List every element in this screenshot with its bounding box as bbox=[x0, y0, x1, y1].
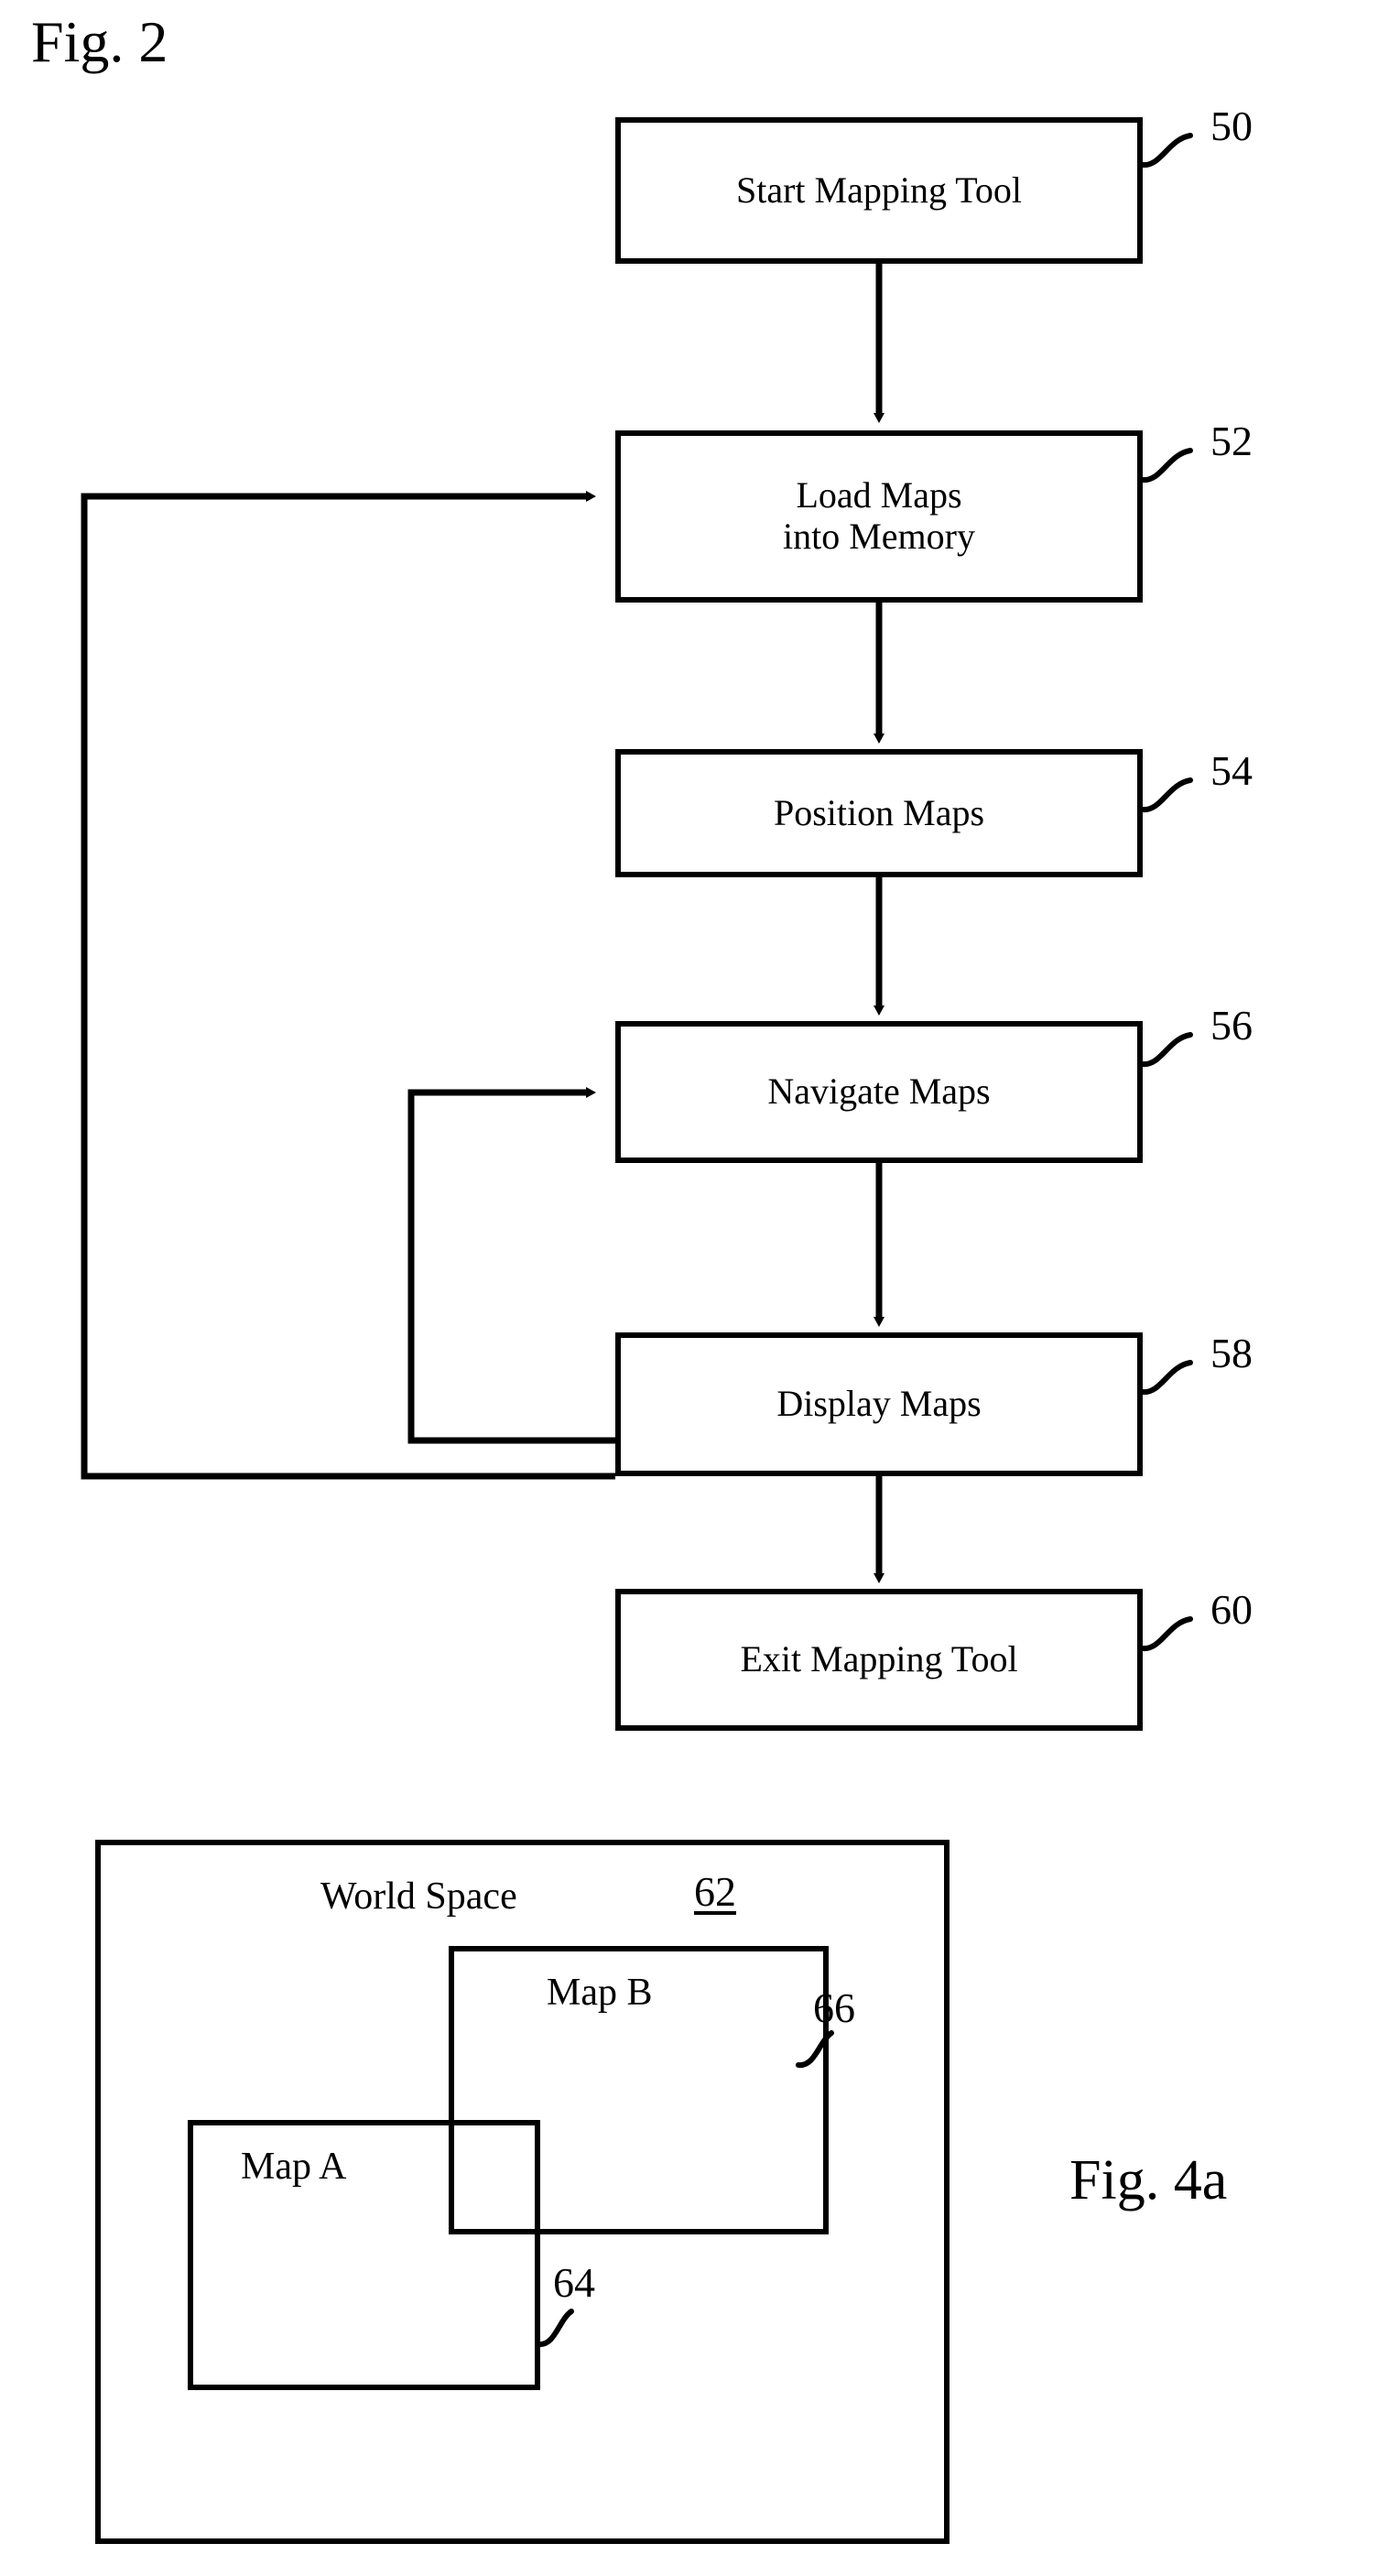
flow-node-start-mapping-tool: Start Mapping Tool bbox=[615, 117, 1143, 264]
flow-node-label: Display Maps bbox=[776, 1383, 982, 1425]
reference-numeral-62: 62 bbox=[694, 1868, 736, 1915]
leader-line-56 bbox=[1140, 1032, 1193, 1067]
reference-numeral-56: 56 bbox=[1210, 1002, 1253, 1049]
figure-2-caption: Fig. 2 bbox=[31, 9, 168, 74]
leader-line-52 bbox=[1140, 448, 1193, 483]
reference-numeral-52: 52 bbox=[1210, 418, 1253, 464]
world-space-title: World Space bbox=[320, 1875, 517, 1918]
flow-node-label: Load Maps into Memory bbox=[783, 474, 975, 557]
reference-numeral-58: 58 bbox=[1210, 1330, 1253, 1376]
patent-figure-sheet: Fig. 2 Start Mapping Tool Load Maps into… bbox=[0, 0, 1400, 2576]
flow-node-label: Exit Mapping Tool bbox=[740, 1638, 1018, 1680]
figure-4a-caption: Fig. 4a bbox=[1069, 2149, 1228, 2212]
flow-node-label: Navigate Maps bbox=[767, 1071, 991, 1113]
reference-numeral-66: 66 bbox=[813, 1984, 855, 2031]
flow-node-position-maps: Position Maps bbox=[615, 749, 1143, 877]
reference-numeral-54: 54 bbox=[1210, 747, 1253, 794]
map-b-label: Map B bbox=[547, 1972, 653, 2014]
flow-node-label: Position Maps bbox=[773, 791, 985, 833]
flow-node-display-maps: Display Maps bbox=[615, 1332, 1143, 1476]
flow-node-exit-mapping-tool: Exit Mapping Tool bbox=[615, 1589, 1143, 1731]
leader-line-50 bbox=[1140, 133, 1193, 168]
reference-numeral-60: 60 bbox=[1210, 1586, 1253, 1633]
edge-display-to-load-feedback bbox=[81, 491, 615, 1480]
edge-display-to-navigate-feedback bbox=[407, 1087, 615, 1444]
leader-line-58 bbox=[1140, 1360, 1193, 1395]
leader-line-60 bbox=[1140, 1616, 1193, 1651]
map-a-label: Map A bbox=[241, 2146, 347, 2188]
reference-numeral-50: 50 bbox=[1210, 103, 1253, 149]
flow-node-load-maps-into-memory: Load Maps into Memory bbox=[615, 430, 1143, 603]
flow-node-label: Start Mapping Tool bbox=[735, 168, 1022, 211]
reference-numeral-64: 64 bbox=[553, 2259, 595, 2306]
leader-line-54 bbox=[1140, 777, 1193, 812]
flow-node-navigate-maps: Navigate Maps bbox=[615, 1021, 1143, 1163]
